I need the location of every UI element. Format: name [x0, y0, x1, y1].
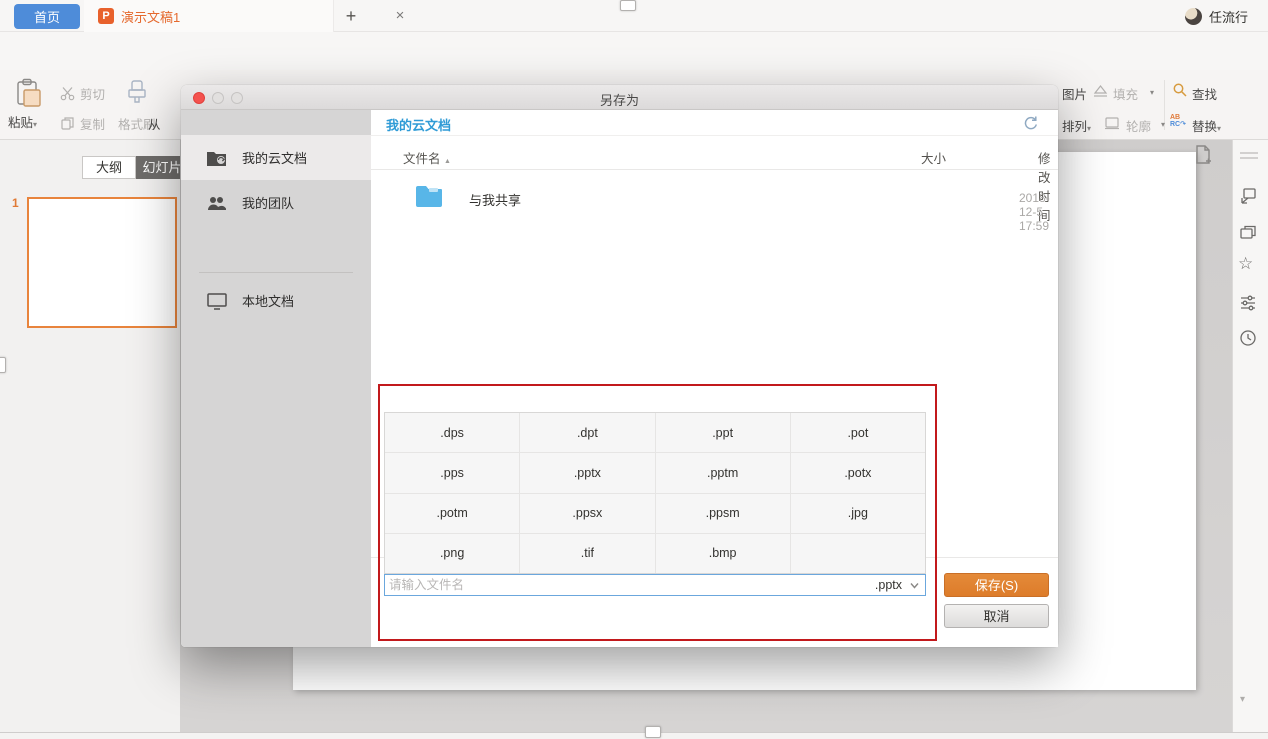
- sidebar-item-cloud-docs[interactable]: 我的云文档: [181, 135, 371, 180]
- slide-layout-icon[interactable]: [1238, 223, 1260, 245]
- fill-icon[interactable]: [1092, 83, 1109, 102]
- save-button[interactable]: 保存(S): [944, 573, 1049, 597]
- status-bar: [0, 732, 1268, 739]
- dialog-sidebar: 我的云文档 我的团队 本地文档: [181, 110, 371, 647]
- format-option[interactable]: .potx: [791, 453, 925, 492]
- user-account[interactable]: 任流行: [1185, 7, 1248, 25]
- format-option[interactable]: .jpg: [791, 494, 925, 533]
- chevron-down-icon: [910, 582, 919, 589]
- sidebar-divider: [199, 272, 353, 273]
- window-resize-handle-bottom[interactable]: [645, 726, 661, 738]
- outline-icon[interactable]: [1104, 115, 1120, 133]
- menu-bar: 文件 ↶ ↷ ▾ 开始 插入 设计 动画 幻灯片放映 审阅 视图: [0, 32, 1268, 70]
- format-option[interactable]: .ppsx: [520, 494, 654, 533]
- history-icon[interactable]: [1238, 328, 1260, 350]
- close-tab-icon[interactable]: ×: [392, 8, 408, 24]
- format-option[interactable]: .bmp: [656, 534, 790, 573]
- picture-button[interactable]: 图片: [1062, 84, 1087, 103]
- format-table: .dps .dpt .ppt .pot .pps .pptx .pptm .po…: [384, 412, 926, 574]
- outline-button[interactable]: 轮廓: [1126, 116, 1151, 135]
- animation-effects-icon[interactable]: ☆: [1238, 254, 1253, 274]
- format-option[interactable]: .ppt: [656, 413, 790, 452]
- settings-sliders-icon[interactable]: [1238, 293, 1260, 315]
- dialog-title-bar: 另存为: [181, 85, 1058, 110]
- folder-icon: [415, 184, 442, 211]
- breadcrumb-bar: 我的云文档: [371, 110, 1058, 136]
- format-option[interactable]: .dps: [385, 413, 519, 452]
- extension-select[interactable]: .pptx: [875, 578, 925, 592]
- arrange-button[interactable]: 排列▾: [1062, 116, 1091, 135]
- cut-button[interactable]: 剪切: [60, 84, 105, 103]
- format-option[interactable]: .potm: [385, 494, 519, 533]
- format-option[interactable]: .tif: [520, 534, 654, 573]
- column-filename[interactable]: 文件名 ▲: [403, 148, 451, 167]
- new-folder-icon[interactable]: [1193, 144, 1213, 169]
- user-avatar: [1185, 8, 1202, 25]
- file-list-row[interactable]: 与我共享 2018-12-5 17:59: [371, 180, 1058, 216]
- file-name: 与我共享: [469, 190, 521, 209]
- sidebar-item-local-docs[interactable]: 本地文档: [181, 278, 371, 323]
- save-as-dialog: 另存为 我的云文档 我的团队 本地文档 我的云文档: [181, 85, 1058, 647]
- format-option[interactable]: .dpt: [520, 413, 654, 452]
- replace-button[interactable]: 替换▾: [1192, 116, 1221, 135]
- scroll-down-arrow[interactable]: ▾: [1240, 694, 1245, 705]
- format-option[interactable]: .ppsm: [656, 494, 790, 533]
- app-window: 首页 P 演示文稿1 × + 任流行 文件 ↶ ↷: [0, 0, 1268, 739]
- paste-icon[interactable]: [14, 78, 44, 113]
- find-button[interactable]: 查找: [1192, 84, 1217, 103]
- column-size[interactable]: 大小: [921, 148, 946, 167]
- new-tab-button[interactable]: +: [341, 5, 361, 27]
- window-resize-handle-left[interactable]: [0, 357, 6, 373]
- refresh-icon[interactable]: [1022, 114, 1039, 134]
- document-tab-title: 演示文稿1: [121, 7, 180, 26]
- find-icon[interactable]: [1172, 82, 1188, 101]
- format-option[interactable]: .pptx: [520, 453, 654, 492]
- format-option-empty: [791, 534, 925, 573]
- replace-icon[interactable]: ABRC↷: [1170, 114, 1186, 128]
- home-tab[interactable]: 首页: [14, 4, 80, 29]
- user-name: 任流行: [1209, 7, 1248, 26]
- tab-outline[interactable]: 大纲: [82, 156, 136, 179]
- shape-tools-icon[interactable]: [1238, 186, 1260, 208]
- outline-dropdown-icon[interactable]: ▾: [1161, 120, 1165, 129]
- fill-dropdown-icon[interactable]: ▾: [1150, 88, 1154, 97]
- tab-bar: 首页 P 演示文稿1 × + 任流行: [0, 0, 1268, 32]
- filename-input[interactable]: [385, 578, 875, 592]
- slide-number: 1: [12, 196, 19, 210]
- paste-button[interactable]: 粘贴▾: [8, 112, 37, 131]
- covered-ribbon-text: 从: [148, 114, 161, 133]
- file-list-header: 文件名 ▲ 大小 修改时间: [371, 142, 1058, 170]
- format-option[interactable]: .png: [385, 534, 519, 573]
- cancel-button[interactable]: 取消: [944, 604, 1049, 628]
- format-option[interactable]: .pot: [791, 413, 925, 452]
- file-modified-time: 2018-12-5 17:59: [1019, 191, 1058, 233]
- format-option[interactable]: .pptm: [656, 453, 790, 492]
- slide-thumbnail[interactable]: [27, 197, 177, 328]
- format-option[interactable]: .pps: [385, 453, 519, 492]
- format-painter-icon[interactable]: [124, 78, 150, 111]
- extension-value: .pptx: [875, 578, 902, 592]
- panel-grip-handle[interactable]: [1240, 152, 1258, 159]
- document-tab[interactable]: P 演示文稿1 ×: [84, 0, 334, 32]
- sort-asc-icon: ▲: [444, 158, 451, 165]
- fill-button[interactable]: 填充: [1113, 84, 1138, 103]
- wps-presentation-icon: P: [98, 8, 114, 24]
- filename-field: .pptx: [384, 574, 926, 596]
- breadcrumb[interactable]: 我的云文档: [386, 115, 451, 134]
- copy-button[interactable]: 复制: [60, 114, 105, 133]
- dialog-title: 另存为: [181, 90, 1058, 109]
- sidebar-item-my-team[interactable]: 我的团队: [181, 180, 371, 225]
- window-resize-handle-top[interactable]: [620, 0, 636, 11]
